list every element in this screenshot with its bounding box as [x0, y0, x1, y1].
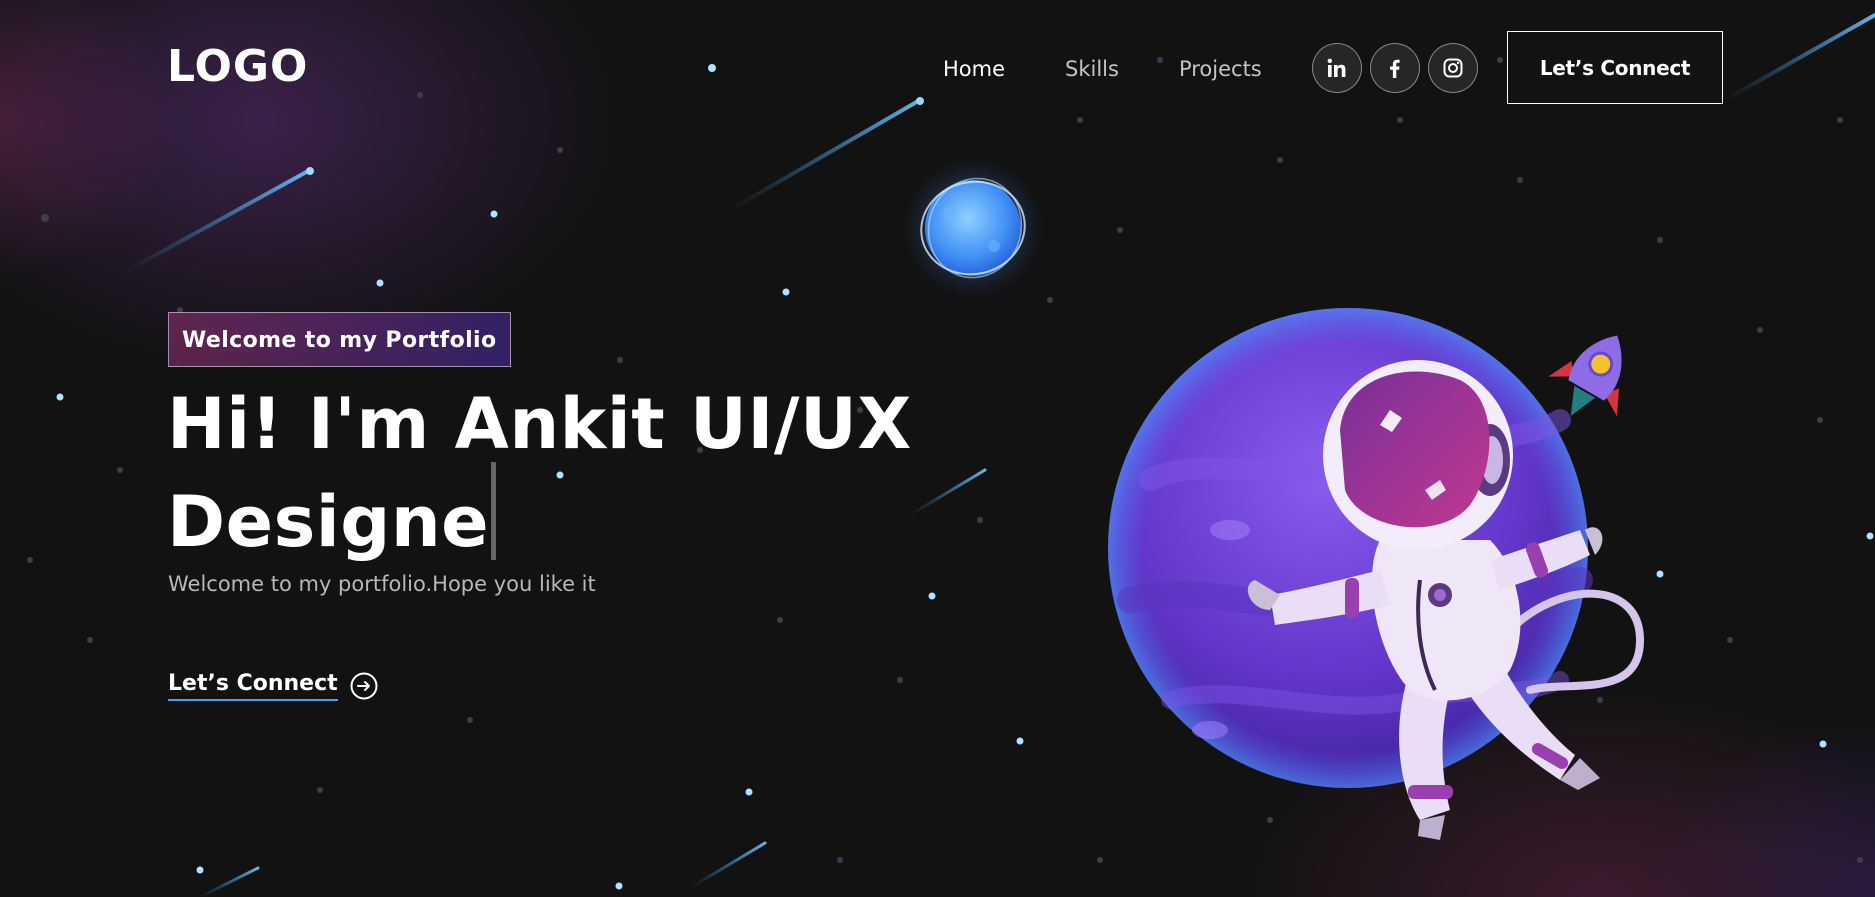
nav-link-home[interactable]: Home	[943, 52, 1005, 86]
logo[interactable]: LOGO	[167, 38, 308, 96]
hero-background: LOGO Home Skills Projects Let’s Connect …	[0, 0, 1875, 897]
page-title: Hi! I'm Ankit UI/UX Designe	[167, 386, 927, 560]
facebook-icon[interactable]	[1370, 43, 1420, 93]
banner-subtitle: Welcome to my portfolio.Hope you like it	[168, 572, 596, 596]
nav-links: Home Skills Projects	[943, 52, 1322, 86]
lets-connect-link-label: Let’s Connect	[168, 670, 338, 701]
navbar: LOGO Home Skills Projects Let’s Connect	[0, 0, 1875, 136]
headline-line-2: Designe	[167, 481, 490, 563]
nav-link-skills[interactable]: Skills	[1065, 52, 1119, 86]
moon-illustration	[903, 158, 1043, 298]
typing-cursor	[491, 462, 497, 560]
social-icons	[1312, 43, 1478, 93]
lets-connect-link[interactable]: Let’s Connect	[168, 670, 378, 701]
helmet	[1323, 360, 1513, 550]
lets-connect-button[interactable]: Let’s Connect	[1507, 31, 1723, 104]
arrow-right-circle-icon	[350, 672, 378, 699]
astronaut-illustration	[1108, 308, 1645, 840]
headline-line-1: Hi! I'm Ankit UI/UX	[167, 383, 912, 465]
nav-link-projects[interactable]: Projects	[1179, 52, 1262, 86]
instagram-icon[interactable]	[1428, 43, 1478, 93]
tagline-badge: Welcome to my Portfolio	[168, 312, 511, 367]
linkedin-icon[interactable]	[1312, 43, 1362, 93]
